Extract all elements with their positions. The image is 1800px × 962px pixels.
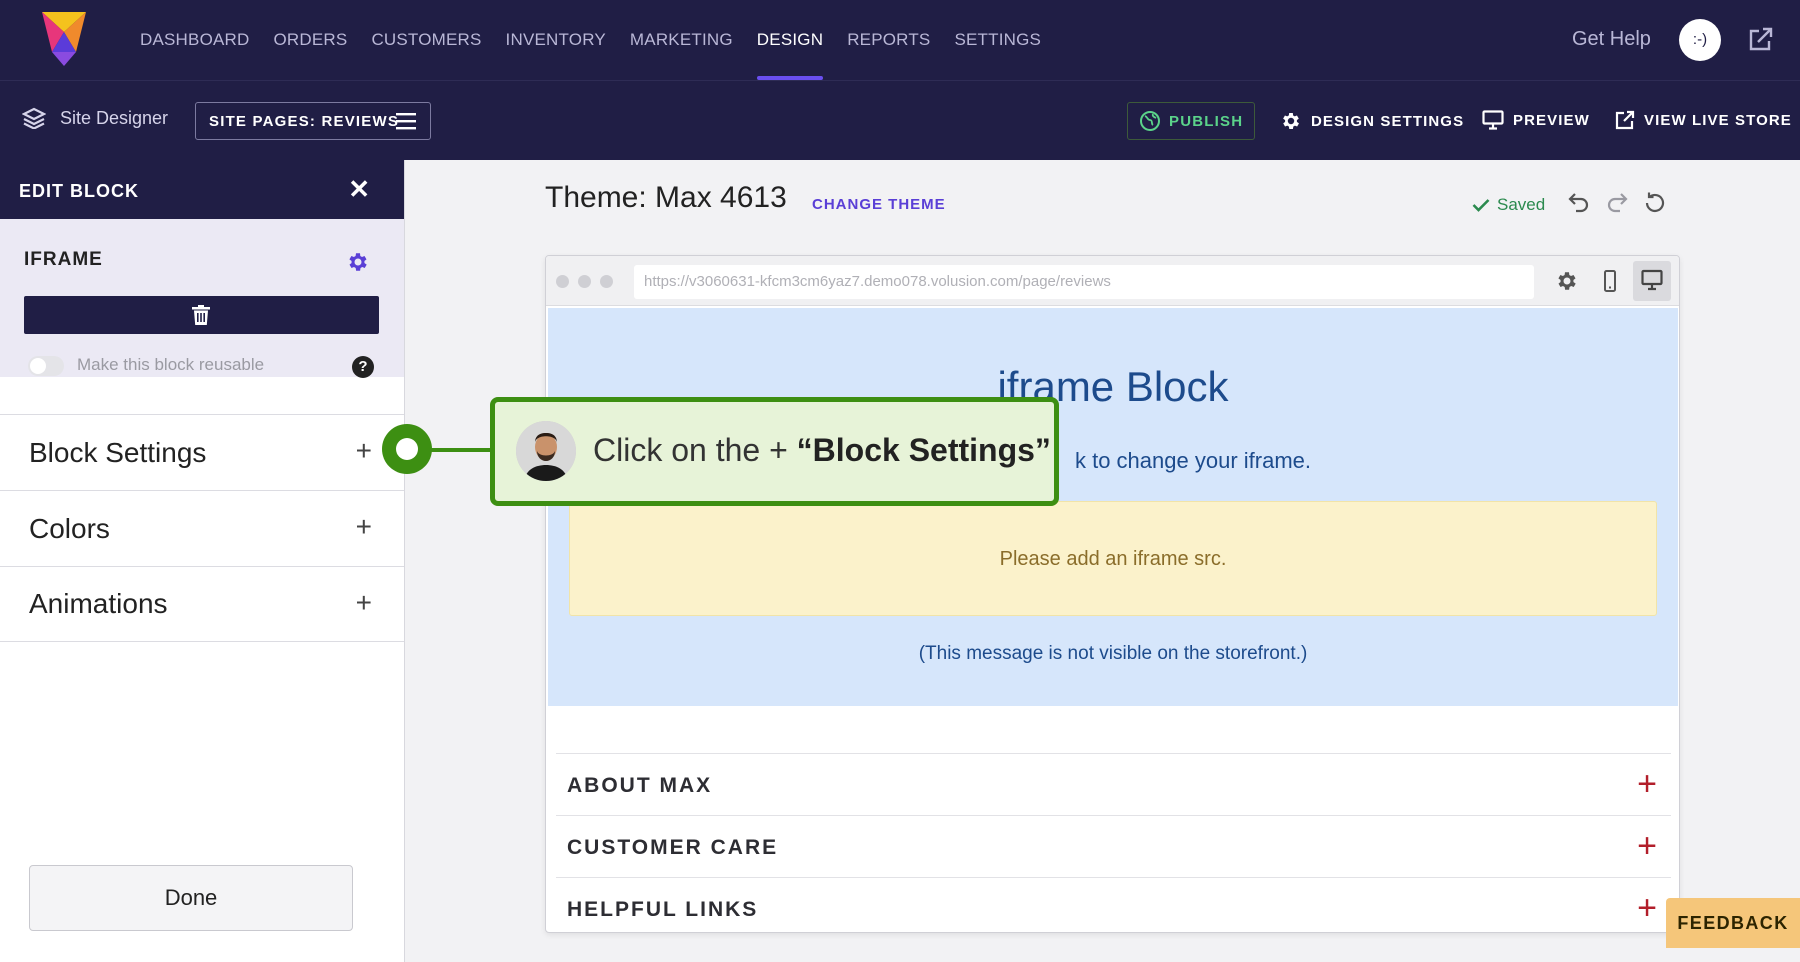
design-settings-button[interactable]: DESIGN SETTINGS bbox=[1280, 110, 1464, 132]
callout-emphasis: “Block Settings” bbox=[796, 432, 1051, 468]
reusable-toggle[interactable] bbox=[28, 356, 64, 376]
nav-customers[interactable]: CUSTOMERS bbox=[359, 0, 493, 80]
hamburger-icon bbox=[396, 113, 416, 130]
callout-connector bbox=[430, 448, 492, 452]
get-help-link[interactable]: Get Help bbox=[1572, 28, 1651, 51]
preview-label: PREVIEW bbox=[1513, 111, 1590, 129]
nav-marketing[interactable]: MARKETING bbox=[618, 0, 745, 80]
plus-icon[interactable]: + bbox=[1637, 767, 1657, 801]
accordion-label: Block Settings bbox=[29, 436, 207, 468]
callout-marker bbox=[382, 424, 432, 474]
close-icon[interactable]: ✕ bbox=[348, 176, 371, 202]
footer-accordion-about[interactable]: ABOUT MAX + bbox=[556, 753, 1671, 815]
designer-toolbar: Site Designer SITE PAGES: REVIEWS PUBLIS… bbox=[0, 80, 1800, 160]
callout-text: Click on the + “Block Settings” bbox=[593, 432, 1051, 469]
avatar[interactable]: :-) bbox=[1679, 19, 1721, 61]
design-settings-label: DESIGN SETTINGS bbox=[1311, 112, 1465, 130]
feedback-button[interactable]: FEEDBACK bbox=[1666, 898, 1800, 948]
nav-settings[interactable]: SETTINGS bbox=[942, 0, 1053, 80]
mobile-icon[interactable] bbox=[1598, 269, 1622, 293]
volusion-logo[interactable] bbox=[38, 12, 90, 66]
external-link-icon[interactable] bbox=[1746, 26, 1774, 54]
view-live-store-label: VIEW LIVE STORE bbox=[1644, 111, 1792, 129]
site-pages-button[interactable]: SITE PAGES: REVIEWS bbox=[195, 102, 431, 140]
monitor-icon bbox=[1641, 269, 1663, 291]
footer-section-label: ABOUT MAX bbox=[567, 774, 713, 797]
site-designer-text: Site Designer bbox=[60, 107, 169, 128]
tutorial-callout: Click on the + “Block Settings” bbox=[490, 397, 1059, 506]
top-navigation: DASHBOARD ORDERS CUSTOMERS INVENTORY MAR… bbox=[0, 0, 1800, 80]
guide-avatar bbox=[516, 421, 576, 481]
url-bar[interactable]: https://v3060631-kfcm3cm6yaz7.demo078.vo… bbox=[634, 265, 1534, 299]
preview-browser-frame: https://v3060631-kfcm3cm6yaz7.demo078.vo… bbox=[545, 255, 1680, 933]
accordion-label: Animations bbox=[29, 588, 168, 619]
nav-orders[interactable]: ORDERS bbox=[262, 0, 360, 80]
plus-icon[interactable]: + bbox=[356, 437, 372, 465]
plus-icon[interactable]: + bbox=[1637, 829, 1657, 863]
nav-inventory[interactable]: INVENTORY bbox=[494, 0, 618, 80]
site-pages-label: SITE PAGES: REVIEWS bbox=[209, 112, 400, 130]
redo-icon[interactable] bbox=[1605, 191, 1629, 213]
plus-icon[interactable]: + bbox=[356, 513, 372, 541]
nav-dashboard[interactable]: DASHBOARD bbox=[128, 0, 262, 80]
nav-design[interactable]: DESIGN bbox=[745, 0, 835, 80]
external-link-icon bbox=[1615, 110, 1635, 130]
footer-section-label: CUSTOMER CARE bbox=[567, 836, 779, 859]
monitor-icon bbox=[1482, 110, 1504, 130]
publish-button[interactable]: PUBLISH bbox=[1127, 102, 1255, 140]
accordion-block-settings[interactable]: Block Settings + bbox=[0, 414, 404, 490]
edit-block-title: EDIT BLOCK bbox=[19, 181, 139, 201]
person-icon bbox=[516, 421, 576, 481]
trash-icon bbox=[192, 305, 210, 325]
done-button[interactable]: Done bbox=[29, 865, 353, 931]
view-live-store-button[interactable]: VIEW LIVE STORE bbox=[1615, 110, 1792, 130]
change-theme-link[interactable]: CHANGE THEME bbox=[812, 196, 946, 213]
publish-label: PUBLISH bbox=[1169, 112, 1244, 130]
reset-icon[interactable] bbox=[1643, 191, 1667, 215]
iframe-block[interactable]: iframe Block k to change your iframe. Pl… bbox=[548, 308, 1678, 706]
undo-icon[interactable] bbox=[1567, 191, 1591, 213]
globe-icon bbox=[1140, 111, 1160, 131]
desktop-view-toggle[interactable] bbox=[1633, 261, 1671, 301]
window-dot bbox=[578, 275, 591, 288]
theme-title: Theme: Max 4613 bbox=[545, 181, 787, 214]
history-controls bbox=[1567, 191, 1667, 215]
gear-icon[interactable] bbox=[1555, 269, 1579, 293]
site-designer-label: Site Designer bbox=[22, 107, 168, 129]
gear-icon bbox=[1283, 113, 1299, 129]
edit-block-panel: EDIT BLOCK ✕ IFRAME Make this block reus… bbox=[0, 160, 405, 962]
delete-block-button[interactable] bbox=[24, 296, 379, 334]
reusable-label: Make this block reusable bbox=[77, 355, 265, 374]
plus-icon[interactable]: + bbox=[356, 589, 372, 617]
block-type-title: IFRAME bbox=[24, 249, 103, 270]
callout-prefix: Click on the + bbox=[593, 432, 797, 468]
storefront-visibility-note: (This message is not visible on the stor… bbox=[918, 643, 1308, 664]
plus-icon[interactable]: + bbox=[1637, 891, 1657, 925]
iframe-src-warning: Please add an iframe src. bbox=[569, 501, 1657, 616]
accordion-animations[interactable]: Animations + bbox=[0, 566, 404, 642]
saved-status: Saved bbox=[1472, 195, 1545, 215]
footer-accordion-customer-care[interactable]: CUSTOMER CARE + bbox=[556, 815, 1671, 877]
window-dot bbox=[600, 275, 613, 288]
browser-toolbar: https://v3060631-kfcm3cm6yaz7.demo078.vo… bbox=[546, 256, 1679, 306]
window-dot bbox=[556, 275, 569, 288]
accordion-label: Colors bbox=[29, 512, 110, 544]
nav-reports[interactable]: REPORTS bbox=[835, 0, 942, 80]
accordion-colors[interactable]: Colors + bbox=[0, 490, 404, 566]
footer-accordion-helpful-links[interactable]: HELPFUL LINKS + bbox=[556, 877, 1671, 932]
preview-button[interactable]: PREVIEW bbox=[1482, 110, 1590, 130]
saved-label: Saved bbox=[1497, 195, 1546, 214]
layers-icon bbox=[22, 107, 46, 129]
gear-icon[interactable] bbox=[346, 250, 370, 274]
main-menu: DASHBOARD ORDERS CUSTOMERS INVENTORY MAR… bbox=[128, 0, 1053, 80]
help-icon[interactable]: ? bbox=[352, 356, 374, 378]
footer-section-label: HELPFUL LINKS bbox=[567, 898, 759, 921]
edit-block-header: EDIT BLOCK ✕ bbox=[0, 160, 404, 219]
checkmark-icon bbox=[1472, 199, 1490, 212]
